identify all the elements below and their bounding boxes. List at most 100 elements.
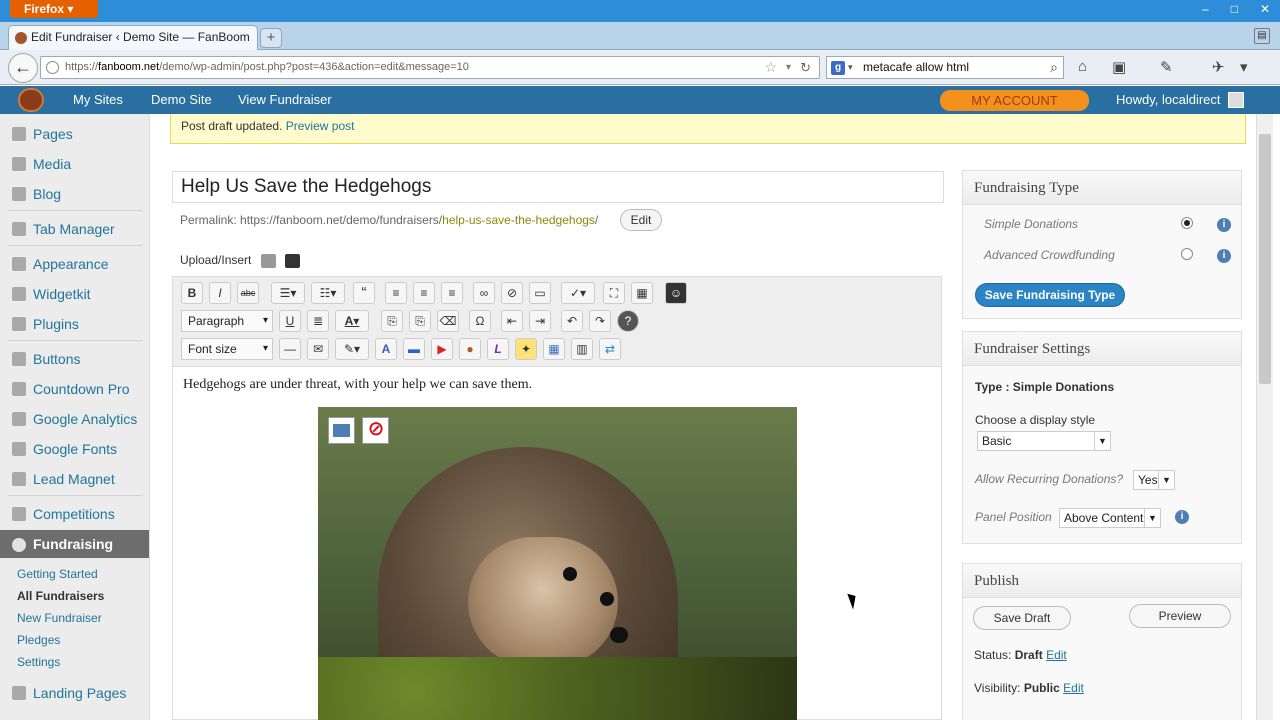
- sidebar-item-countdown-pro[interactable]: Countdown Pro: [0, 374, 149, 404]
- list-all-tabs-icon[interactable]: ▤: [1254, 28, 1270, 44]
- info-icon[interactable]: i: [1175, 510, 1189, 524]
- insert-more-icon[interactable]: ▭: [529, 282, 551, 304]
- display-style-select[interactable]: Basic ▼: [977, 431, 1111, 451]
- kitchen-sink-icon[interactable]: ▦: [631, 282, 653, 304]
- email-icon[interactable]: ✉: [307, 338, 329, 360]
- avatar[interactable]: [1228, 92, 1244, 108]
- font-style-icon[interactable]: A: [375, 338, 397, 360]
- hedgehog-image[interactable]: [318, 407, 797, 720]
- admin-bar-view-fundraiser[interactable]: View Fundraiser: [238, 86, 332, 114]
- search-engine-dropdown-icon[interactable]: ▾: [848, 57, 853, 78]
- strikethrough-icon[interactable]: abc: [237, 282, 259, 304]
- search-icon[interactable]: ⌕: [1050, 57, 1058, 78]
- add-shortcode-icon[interactable]: [285, 254, 300, 268]
- indent-icon[interactable]: ⇥: [529, 310, 551, 332]
- unlink-icon[interactable]: ⊘: [501, 282, 523, 304]
- url-history-dropdown-icon[interactable]: ▾: [786, 57, 791, 78]
- submenu-getting-started[interactable]: Getting Started: [17, 567, 98, 581]
- home-icon[interactable]: ⌂: [1078, 58, 1087, 75]
- close-icon[interactable]: ✕: [1260, 2, 1270, 16]
- align-left-icon[interactable]: ≡: [385, 282, 407, 304]
- addon-icon[interactable]: ✎: [1160, 58, 1173, 76]
- sidebar-item-landing-pages[interactable]: Landing Pages: [0, 678, 149, 708]
- share-icon[interactable]: ⇄: [599, 338, 621, 360]
- paste-word-icon[interactable]: ⎘: [409, 310, 431, 332]
- edit-style-icon[interactable]: ✎▾: [335, 338, 369, 360]
- scrollbar-thumb[interactable]: [1259, 134, 1271, 384]
- new-tab-button[interactable]: +: [260, 28, 282, 48]
- bookmarks-icon[interactable]: ▣: [1112, 58, 1126, 76]
- grid-layout-icon[interactable]: ▦: [543, 338, 565, 360]
- edit-image-icon[interactable]: [328, 417, 355, 444]
- undo-icon[interactable]: ↶: [561, 310, 583, 332]
- align-center-icon[interactable]: ≡: [413, 282, 435, 304]
- delete-image-icon[interactable]: [362, 417, 389, 444]
- save-draft-button[interactable]: Save Draft: [973, 606, 1071, 630]
- recurring-select[interactable]: Yes ▼: [1133, 470, 1175, 490]
- edit-status-link[interactable]: Edit: [1046, 648, 1067, 662]
- info-icon[interactable]: i: [1217, 218, 1231, 232]
- preview-post-link[interactable]: Preview post: [286, 119, 355, 133]
- google-search-engine-icon[interactable]: g: [831, 61, 845, 75]
- browser-tab[interactable]: Edit Fundraiser ‹ Demo Site — FanBoom: [8, 25, 258, 50]
- clear-formatting-icon[interactable]: ⌫: [437, 310, 459, 332]
- preview-button[interactable]: Preview: [1129, 604, 1231, 628]
- bold-icon[interactable]: B: [181, 282, 203, 304]
- my-account-button[interactable]: MY ACCOUNT: [940, 90, 1089, 111]
- save-fundraising-type-button[interactable]: Save Fundraising Type: [975, 283, 1125, 307]
- maximize-icon[interactable]: □: [1231, 2, 1238, 16]
- sidebar-item-media[interactable]: Media: [0, 149, 149, 179]
- edit-permalink-button[interactable]: Edit: [620, 209, 662, 231]
- bookmark-star-icon[interactable]: ☆: [764, 57, 777, 78]
- underline-icon[interactable]: U: [279, 310, 301, 332]
- horizontal-rule-icon[interactable]: —: [279, 338, 301, 360]
- justify-icon[interactable]: ≣: [307, 310, 329, 332]
- howdy-user[interactable]: Howdy, localdirect: [1116, 86, 1221, 114]
- sidebar-item-appearance[interactable]: Appearance: [0, 249, 149, 279]
- firefox-menu-button[interactable]: Firefox ▾: [10, 0, 98, 18]
- admin-bar-my-sites[interactable]: My Sites: [73, 86, 123, 114]
- radio-simple-donations[interactable]: [1181, 217, 1193, 229]
- table-icon[interactable]: ▥: [571, 338, 593, 360]
- spellcheck-icon[interactable]: ✓▾: [561, 282, 595, 304]
- button-insert-icon[interactable]: ▬: [403, 338, 425, 360]
- edit-visibility-link[interactable]: Edit: [1063, 681, 1084, 695]
- typography-icon[interactable]: L: [487, 338, 509, 360]
- blockquote-icon[interactable]: “: [353, 282, 375, 304]
- numbered-list-icon[interactable]: ☷▾: [311, 282, 345, 304]
- sidebar-item-google-analytics[interactable]: Google Analytics: [0, 404, 149, 434]
- outdent-icon[interactable]: ⇤: [501, 310, 523, 332]
- menu-dropdown-icon[interactable]: ▾: [1240, 58, 1248, 76]
- plugin-toolbar-icon[interactable]: ☺: [665, 282, 687, 304]
- add-media-icon[interactable]: [261, 254, 276, 268]
- radio-advanced-crowdfunding[interactable]: [1181, 248, 1193, 260]
- redo-icon[interactable]: ↷: [589, 310, 611, 332]
- sidebar-item-widgetkit[interactable]: Widgetkit: [0, 279, 149, 309]
- option-advanced-crowdfunding[interactable]: Advanced Crowdfunding i: [973, 240, 1231, 270]
- reload-icon[interactable]: ↻: [800, 57, 811, 78]
- option-simple-donations[interactable]: Simple Donations i: [973, 209, 1231, 239]
- addon-2-icon[interactable]: ✈: [1212, 58, 1225, 76]
- badge-icon[interactable]: ●: [459, 338, 481, 360]
- submenu-settings[interactable]: Settings: [17, 655, 60, 669]
- minimize-icon[interactable]: –: [1202, 2, 1209, 16]
- back-button[interactable]: ←: [8, 53, 38, 83]
- search-bar[interactable]: g ▾ metacafe allow html ⌕: [826, 56, 1064, 79]
- sidebar-item-buttons[interactable]: Buttons: [0, 344, 149, 374]
- font-size-select[interactable]: Font size: [181, 338, 273, 360]
- page-scrollbar[interactable]: [1256, 114, 1273, 720]
- italic-icon[interactable]: I: [209, 282, 231, 304]
- help-icon[interactable]: ?: [617, 310, 639, 332]
- sidebar-item-fundraising[interactable]: Fundraising: [0, 530, 149, 558]
- admin-bar-demo-site[interactable]: Demo Site: [151, 86, 212, 114]
- submenu-new-fundraiser[interactable]: New Fundraiser: [17, 611, 102, 625]
- submenu-all-fundraisers[interactable]: All Fundraisers: [17, 589, 104, 603]
- sidebar-item-plugins[interactable]: Plugins: [0, 309, 149, 339]
- align-right-icon[interactable]: ≡: [441, 282, 463, 304]
- sidebar-item-lead-magnet[interactable]: Lead Magnet: [0, 464, 149, 494]
- paste-text-icon[interactable]: ⎘: [381, 310, 403, 332]
- info-icon[interactable]: i: [1217, 249, 1231, 263]
- special-character-icon[interactable]: Ω: [469, 310, 491, 332]
- text-color-icon[interactable]: A▾: [335, 310, 369, 332]
- permalink-slug[interactable]: help-us-save-the-hedgehogs: [442, 213, 595, 227]
